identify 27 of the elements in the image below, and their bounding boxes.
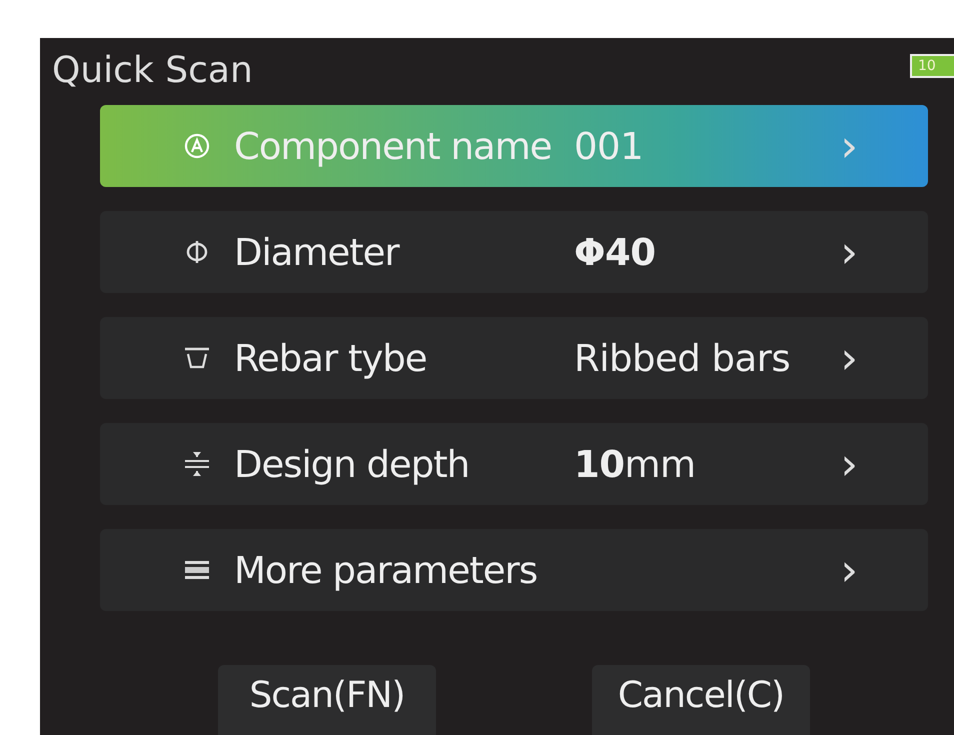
depth-icon	[183, 449, 211, 479]
item-value: 10mm	[574, 442, 696, 486]
item-label: Component name	[234, 124, 553, 168]
item-value: Ribbed bars	[574, 336, 790, 380]
chevron-icon: ›	[840, 438, 858, 490]
chevron-icon: ›	[840, 120, 858, 172]
screen-title: Quick Scan	[52, 50, 253, 91]
list-icon	[183, 558, 211, 582]
menu-item[interactable]: Diameter Φ40 ›	[100, 211, 928, 293]
item-value: Φ40	[574, 230, 656, 274]
item-label: More parameters	[234, 548, 538, 592]
scan-button[interactable]: Scan(FN)	[218, 665, 436, 735]
letter-circle-icon	[184, 133, 210, 159]
item-value: 001	[574, 124, 644, 168]
item-label: Rebar tybe	[234, 336, 428, 380]
item-label: Diameter	[234, 230, 401, 274]
battery-indicator: 10	[910, 54, 954, 78]
chevron-icon: ›	[840, 544, 858, 596]
cancel-button[interactable]: Cancel(C)	[592, 665, 810, 735]
diameter-icon	[184, 238, 210, 266]
item-label: Design depth	[234, 442, 470, 486]
chevron-icon: ›	[840, 226, 858, 278]
menu-item[interactable]: Design depth 10mm ›	[100, 423, 928, 505]
menu-item[interactable]: More parameters ›	[100, 529, 928, 611]
trapezoid-icon	[183, 346, 211, 370]
menu-item[interactable]: Rebar tybe Ribbed bars ›	[100, 317, 928, 399]
chevron-icon: ›	[840, 332, 858, 384]
